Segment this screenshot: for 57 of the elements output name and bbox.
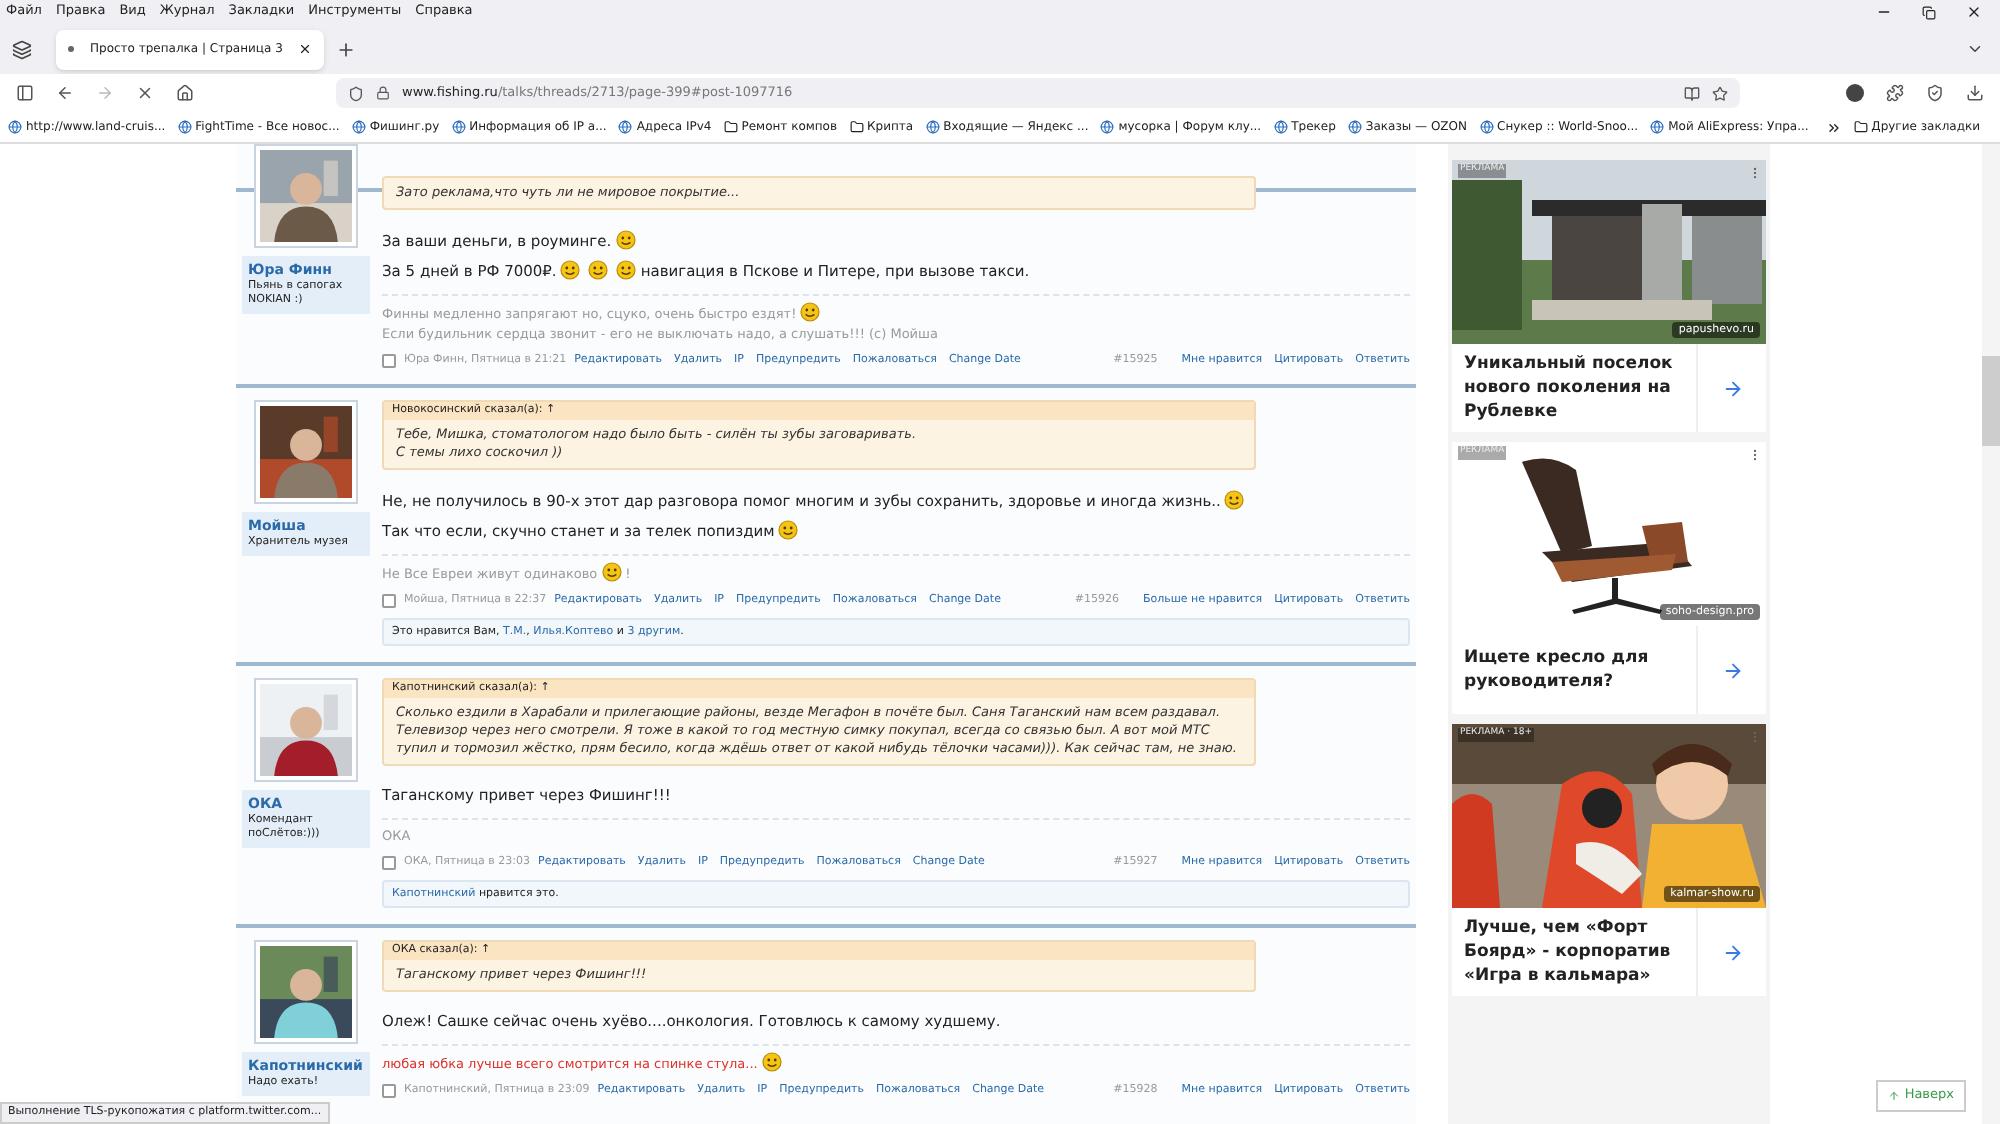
globe-icon [351,120,366,134]
arrow-up-icon [1888,1090,1901,1102]
smiley-icon [588,260,609,280]
back-icon[interactable] [56,84,74,102]
select-checkbox[interactable] [382,1083,396,1097]
tab-list-icon[interactable] [12,39,32,59]
chevron-down-icon[interactable] [1966,40,1984,58]
globe-icon [1650,120,1665,134]
globe-icon [1479,120,1494,134]
smiley-icon [800,302,821,322]
smiley-icon [761,1052,782,1072]
globe-icon [1347,120,1362,134]
smiley-icon [615,230,636,250]
shield-icon[interactable] [348,85,364,101]
stop-icon[interactable] [136,84,154,102]
globe-icon [8,120,22,134]
star-icon[interactable] [1712,85,1728,101]
new-tab-icon[interactable] [336,39,356,59]
download-icon[interactable] [1966,84,1984,102]
smiley-icon [778,520,799,540]
arrow-right-icon[interactable] [1721,377,1743,399]
extensions-icon[interactable] [1886,84,1904,102]
sidebar-icon[interactable] [16,84,34,102]
smiley-icon [560,260,581,280]
scrollbar-thumb[interactable] [1982,356,2000,446]
smiley-icon [616,260,637,280]
restore-icon[interactable] [1922,5,1936,19]
globe-icon [925,120,940,134]
select-checkbox[interactable] [382,353,396,367]
close-icon[interactable] [1966,4,1982,20]
more-bookmarks-icon[interactable] [1825,119,1842,135]
lock-icon [376,86,390,100]
home-icon[interactable] [176,84,194,102]
arrow-right-icon[interactable] [1721,941,1743,963]
globe-icon [1273,120,1288,134]
arrow-right-icon[interactable] [1721,659,1743,681]
shield-icon[interactable] [1926,84,1944,102]
reader-view-icon[interactable] [1684,85,1700,101]
account-icon[interactable] [1846,84,1864,102]
select-checkbox[interactable] [382,593,396,607]
globe-icon [177,120,192,134]
select-checkbox[interactable] [382,855,396,869]
folder-icon [723,120,738,134]
globe-icon [1100,120,1115,134]
smiley-icon [601,562,622,582]
scrollbar[interactable] [1982,144,2000,1124]
globe-icon [618,120,633,134]
ad-title: Лучше, чем «Форт Боярд» - корпоратив «Игра в кальмара» [1462,916,1673,988]
folder-icon [849,120,864,134]
folder-icon [1853,120,1868,134]
ad-title: Ищете кресло для руководителя? [1462,646,1651,694]
globe-icon [451,120,466,134]
close-icon[interactable] [298,42,312,56]
smiley-icon [1224,490,1245,510]
more-icon[interactable] [1748,448,1762,462]
more-icon[interactable] [1748,166,1762,180]
ad-title: Уникальный поселок нового поколения на Рублевке [1462,352,1675,424]
